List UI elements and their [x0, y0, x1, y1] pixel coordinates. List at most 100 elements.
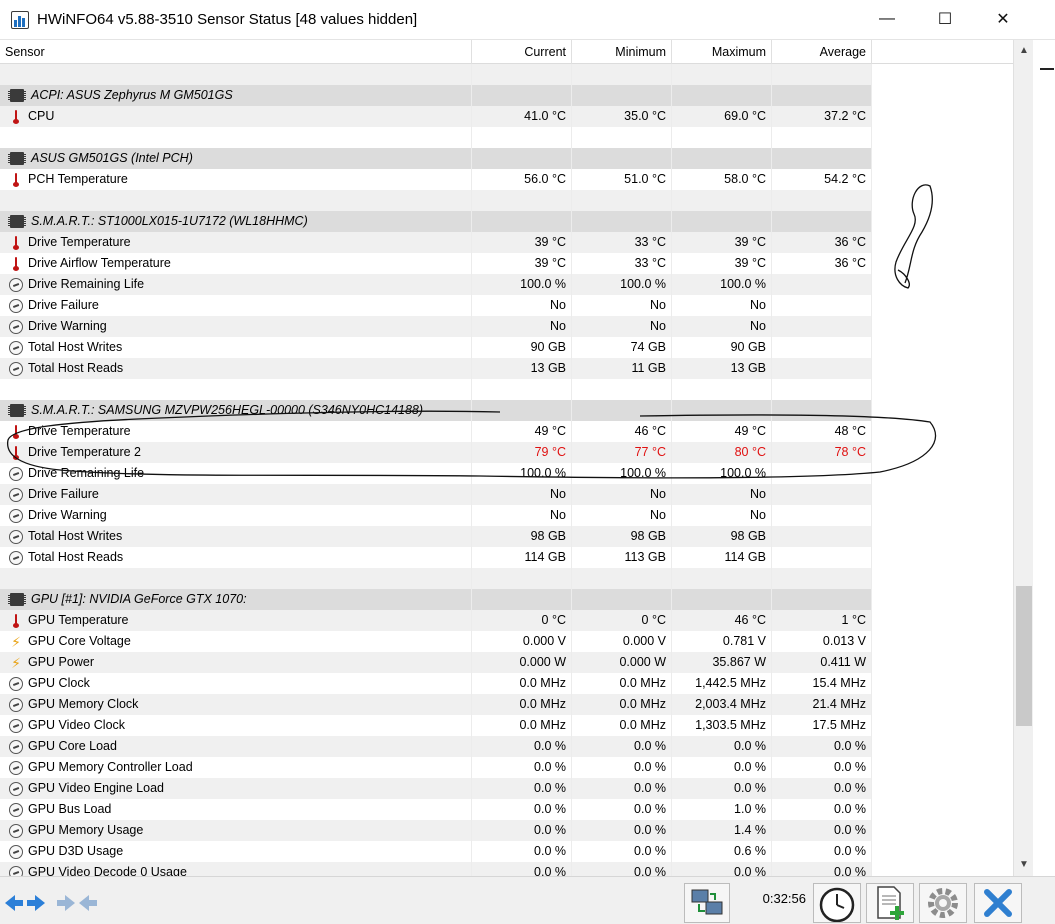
table-row[interactable]: GPU D3D Usage 0.0 % 0.0 % 0.6 % 0.0 %	[0, 841, 1013, 862]
table-row[interactable]: Drive Temperature 39 °C 33 °C 39 °C 36 °C	[0, 232, 1013, 253]
sensor-group-row[interactable]: S.M.A.R.T.: ST1000LX015-1U7172 (WL18HHMC…	[0, 211, 1013, 232]
gauge-icon	[9, 550, 23, 565]
table-row[interactable]: Drive Remaining Life 100.0 % 100.0 % 100.0 …	[0, 274, 1013, 295]
minimum-value	[572, 85, 672, 106]
sensor-name-cell: GPU Video Clock	[0, 715, 472, 736]
sensor-group-row[interactable]: GPU [#1]: NVIDIA GeForce GTX 1070:	[0, 589, 1013, 610]
table-row[interactable]: Total Host Writes 90 GB 74 GB 90 GB	[0, 337, 1013, 358]
current-value: 0.0 %	[472, 778, 572, 799]
average-value	[772, 547, 872, 568]
logging-button[interactable]	[866, 883, 914, 923]
sensor-name-cell: Drive Warning	[0, 316, 472, 337]
table-row[interactable]: Total Host Reads 13 GB 11 GB 13 GB	[0, 358, 1013, 379]
scrollbar-thumb[interactable]	[1016, 586, 1032, 726]
maximum-value: 1,303.5 MHz	[672, 715, 772, 736]
column-header-maximum[interactable]: Maximum	[672, 40, 772, 64]
table-row[interactable]: GPU Video Decode 0 Usage 0.0 % 0.0 % 0.0 % 0…	[0, 862, 1013, 876]
gauge-icon	[9, 508, 23, 523]
minimum-value	[572, 568, 672, 589]
vertical-scrollbar[interactable]: ▲ ▼	[1013, 40, 1033, 876]
previous-sensor-button[interactable]	[2, 883, 48, 923]
current-value: No	[472, 316, 572, 337]
minimum-value: 0.0 %	[572, 778, 672, 799]
current-value: 13 GB	[472, 358, 572, 379]
minimum-value: 0.0 %	[572, 757, 672, 778]
table-row[interactable]: PCH Temperature 56.0 °C 51.0 °C 58.0 °C 54.2…	[0, 169, 1013, 190]
average-value	[772, 379, 872, 400]
minimum-value: 77 °C	[572, 442, 672, 463]
table-row[interactable]: GPU Memory Clock 0.0 MHz 0.0 MHz 2,003.4 MH…	[0, 694, 1013, 715]
table-row[interactable]: GPU Memory Usage 0.0 % 0.0 % 1.4 % 0.0 %	[0, 820, 1013, 841]
scroll-down-icon[interactable]: ▼	[1014, 856, 1034, 874]
sensor-table[interactable]: Sensor Current Minimum Maximum Average A…	[0, 40, 1013, 876]
network-button[interactable]	[684, 883, 730, 923]
average-value	[772, 589, 872, 610]
table-row[interactable]: Drive Airflow Temperature 39 °C 33 °C 39 °C…	[0, 253, 1013, 274]
next-sensor-button[interactable]	[54, 883, 100, 923]
sensor-group-row[interactable]: ACPI: ASUS Zephyrus M GM501GS	[0, 85, 1013, 106]
minimum-value: No	[572, 505, 672, 526]
table-row[interactable]: Total Host Writes 98 GB 98 GB 98 GB	[0, 526, 1013, 547]
table-row[interactable]: Drive Temperature 49 °C 46 °C 49 °C 48 °C	[0, 421, 1013, 442]
maximize-button[interactable]: ☐	[916, 0, 974, 38]
table-row[interactable]: CPU 41.0 °C 35.0 °C 69.0 °C 37.2 °C	[0, 106, 1013, 127]
sensor-group-row[interactable]: ASUS GM501GS (Intel PCH)	[0, 148, 1013, 169]
table-row[interactable]: GPU Memory Controller Load 0.0 % 0.0 % 0.0 …	[0, 757, 1013, 778]
minimum-value: 0 °C	[572, 610, 672, 631]
column-header-average[interactable]: Average	[772, 40, 872, 64]
sensor-name-cell: CPU	[0, 106, 472, 127]
maximum-value: No	[672, 505, 772, 526]
column-header-minimum[interactable]: Minimum	[572, 40, 672, 64]
table-row[interactable]: GPU Clock 0.0 MHz 0.0 MHz 1,442.5 MHz 15.4 M…	[0, 673, 1013, 694]
table-row[interactable]: Drive Failure No No No	[0, 295, 1013, 316]
minimize-button[interactable]: —	[858, 0, 916, 38]
window-edge	[1033, 40, 1055, 876]
maximum-value	[672, 148, 772, 169]
table-row[interactable]: GPU Video Engine Load 0.0 % 0.0 % 0.0 % 0.0 …	[0, 778, 1013, 799]
sensor-label: ACPI: ASUS Zephyrus M GM501GS	[31, 88, 233, 102]
average-value: 0.411 W	[772, 652, 872, 673]
table-row[interactable]: Total Host Reads 114 GB 113 GB 114 GB	[0, 547, 1013, 568]
table-row[interactable]: Drive Remaining Life 100.0 % 100.0 % 100.0 …	[0, 463, 1013, 484]
double-arrow-disabled-icon	[57, 895, 97, 911]
sensor-label: GPU Memory Usage	[28, 823, 144, 837]
chip-icon	[8, 89, 26, 102]
table-row[interactable]: Drive Warning No No No	[0, 316, 1013, 337]
current-value	[472, 589, 572, 610]
row-filler	[872, 799, 1013, 820]
table-row[interactable]: ⚡ GPU Power 0.000 W 0.000 W 35.867 W 0.411 W	[0, 652, 1013, 673]
sensor-name-cell: Drive Airflow Temperature	[0, 253, 472, 274]
title-bar: HWiNFO64 v5.88-3510 Sensor Status [48 va…	[0, 0, 1055, 40]
gauge-icon	[9, 676, 23, 691]
table-row[interactable]: GPU Core Load 0.0 % 0.0 % 0.0 % 0.0 %	[0, 736, 1013, 757]
exit-button[interactable]	[974, 883, 1022, 923]
chip-icon	[8, 404, 26, 417]
maximum-value: 1.4 %	[672, 820, 772, 841]
maximum-value	[672, 589, 772, 610]
row-filler	[872, 673, 1013, 694]
table-row[interactable]: Drive Temperature 2 79 °C 77 °C 80 °C 78 °C	[0, 442, 1013, 463]
table-row[interactable]: GPU Bus Load 0.0 % 0.0 % 1.0 % 0.0 %	[0, 799, 1013, 820]
column-header-current[interactable]: Current	[472, 40, 572, 64]
table-row[interactable]: ⚡ GPU Core Voltage 0.000 V 0.000 V 0.781 V 0.…	[0, 631, 1013, 652]
table-row[interactable]: Drive Warning No No No	[0, 505, 1013, 526]
close-button[interactable]: ✕	[974, 0, 1032, 38]
reset-timer-button[interactable]	[813, 883, 861, 923]
sensor-group-row[interactable]: S.M.A.R.T.: SAMSUNG MZVPW256HEGL-00000 (…	[0, 400, 1013, 421]
gauge-icon	[9, 865, 23, 876]
row-filler	[872, 862, 1013, 876]
scroll-up-icon[interactable]: ▲	[1014, 42, 1034, 60]
table-row[interactable]: GPU Video Clock 0.0 MHz 0.0 MHz 1,303.5 MHz…	[0, 715, 1013, 736]
minimum-value: 0.000 W	[572, 652, 672, 673]
settings-button[interactable]	[919, 883, 967, 923]
table-row[interactable]: GPU Temperature 0 °C 0 °C 46 °C 1 °C	[0, 610, 1013, 631]
table-row[interactable]: Drive Failure No No No	[0, 484, 1013, 505]
minimum-value: 0.000 V	[572, 631, 672, 652]
gear-icon	[928, 888, 958, 918]
average-value: 0.013 V	[772, 631, 872, 652]
sensor-label: PCH Temperature	[28, 172, 128, 186]
column-header-sensor[interactable]: Sensor	[0, 40, 472, 64]
row-filler	[872, 715, 1013, 736]
blank-row	[0, 190, 1013, 211]
gauge-icon	[9, 298, 23, 313]
